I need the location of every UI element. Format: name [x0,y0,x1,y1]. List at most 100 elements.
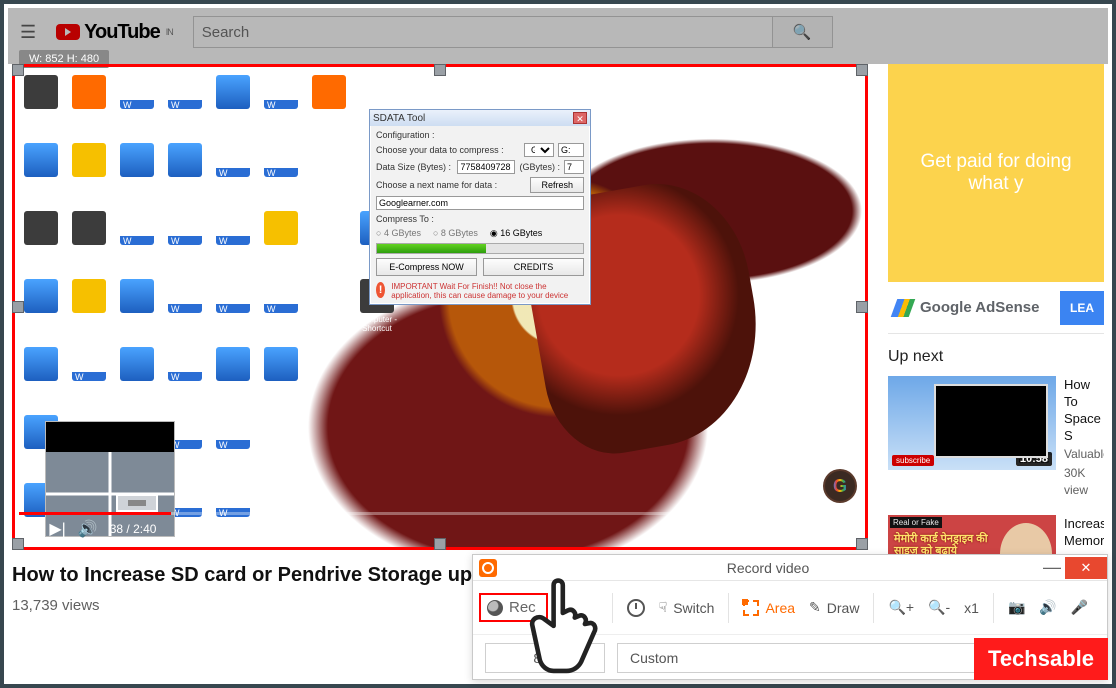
resize-handle-nw[interactable] [12,64,24,76]
desktop-icon[interactable] [307,211,351,275]
desktop-icon[interactable]: Bluetooth Network C... [115,143,159,207]
desktop-icon[interactable]: How to Convert yo... [163,279,207,343]
desktop-icon[interactable]: template-2... [259,143,303,207]
ice-title: Record video [497,560,1039,576]
desktop-icon[interactable]: blog post ideas [115,75,159,139]
resize-handle-e[interactable] [856,301,868,313]
sdata-radio-4gb[interactable]: ○ 4 GBytes [376,228,421,239]
ice-rec-button[interactable]: Rec [479,593,548,622]
desktop-icon[interactable]: sitemap [211,415,255,479]
desktop-icon[interactable]: Lenovo Easyplu... [211,75,255,139]
desktop-icon[interactable] [307,279,351,343]
play-button[interactable]: ▶ [25,519,37,539]
adsense-card[interactable]: Google AdSense LEA [888,282,1104,334]
next-button[interactable]: ▶| [49,519,65,539]
desktop-icon[interactable]: new template [211,279,255,343]
ice-close-button[interactable]: ✕ [1065,557,1107,579]
desktop-icon[interactable] [355,415,399,479]
hamburger-icon[interactable]: ☰ [20,22,36,43]
desktop-icon[interactable]: Icecream Screen ... [307,75,351,139]
desktop-icon[interactable] [307,143,351,207]
resize-handle-ne[interactable] [856,64,868,76]
cc-button[interactable]: CC [731,523,750,535]
desktop-icon[interactable]: 18sept [67,347,111,411]
desktop-icon[interactable]: GOOGLEAR... [67,279,111,343]
desktop-icon[interactable]: HEADER DESIGN ... [163,211,207,275]
desktop-icon[interactable] [307,347,351,411]
desktop-icon[interactable]: 6uEGwi4q... [67,143,111,207]
ad-cta-button[interactable]: LEA [1060,291,1104,325]
desktop-icon[interactable]: Recycle Bin [19,75,63,139]
sdata-radio-group: ○ 4 GBytes ○ 8 GBytes ◉ 16 GBytes [376,228,584,239]
ice-zoom-in-button[interactable]: 🔍+ [888,599,914,616]
desktop-icon[interactable]: Intel® HD Graphic... [19,143,63,207]
display-ad[interactable]: Get paid for doing what y [888,64,1104,282]
desktop-icon[interactable]: How to Make Free Call us... [163,347,207,411]
sdata-radio-16gb[interactable]: ◉ 16 GBytes [490,228,542,239]
ice-minimize-button[interactable]: — [1039,557,1065,578]
ice-width-field[interactable]: 852 [485,643,605,673]
desktop-icon[interactable]: Mobirise [19,279,63,343]
desktop-icon[interactable]: ice_video_2... [259,347,303,411]
desktop-icon[interactable]: new 5 [211,211,255,275]
channel-watermark[interactable]: G [825,471,855,501]
desktop-icon[interactable] [355,347,399,411]
sdata-drive-out[interactable] [558,143,584,157]
theater-icon[interactable]: ▬ [816,520,832,538]
volume-icon[interactable]: 🔊 [78,519,98,539]
video-player[interactable]: Recycle BinUC Browserblog post ideasFix … [12,64,868,550]
thumb-badge-2: Real or Fake [890,517,942,528]
ice-audio-button[interactable]: 🔊 [1039,599,1056,616]
ice-titlebar[interactable]: Record video — ✕ [473,555,1107,581]
sdata-ecompress-button[interactable]: E-Compress NOW [376,258,477,276]
youtube-logo[interactable]: YouTube IN [56,21,173,44]
google-logo-icon [891,299,916,317]
pencil-icon: ✎ [809,599,821,616]
sdata-name-input[interactable] [376,196,584,210]
desktop-icon[interactable]: WinMend Folder ... [259,211,303,275]
desktop-icon[interactable]: BSR Screen Recorder 6 [115,279,159,343]
sdata-drive-select[interactable]: G:\ [524,143,554,157]
miniplayer-icon[interactable]: ▭ [789,519,804,539]
resize-handle-w[interactable] [12,301,24,313]
sdata-credits-button[interactable]: CREDITS [483,258,584,276]
sdata-tool-dialog[interactable]: SDATA Tool ✕ Configuration : Choose your… [369,109,591,305]
sdata-warning-text: IMPORTANT Wait For Finish!! Not close th… [391,282,584,300]
desktop-icon[interactable] [259,415,303,479]
ice-webcam-button[interactable]: 📷 [1008,599,1025,616]
fullscreen-icon[interactable]: ⛶ [844,520,855,538]
sdata-gb-input[interactable] [564,160,584,174]
sdata-radio-8gb[interactable]: ○ 8 GBytes [433,228,478,239]
resize-handle-n[interactable] [434,64,446,76]
sdata-close-button[interactable]: ✕ [573,112,587,124]
desktop-icon[interactable]: Paint [211,347,255,411]
desktop-icon[interactable]: new 2 [211,143,255,207]
desktop-icon[interactable]: MMX377G 3G USB ... [19,211,63,275]
youtube-region: IN [166,27,173,37]
ice-area-button[interactable]: Area [743,600,795,616]
settings-icon[interactable]: ⚙ [762,519,776,539]
desktop-icon[interactable]: gggggggg... [259,279,303,343]
reco-item-1[interactable]: subscribe deekbos 10:58 How To Space S V… [888,376,1104,499]
sdata-titlebar[interactable]: SDATA Tool ✕ [370,110,590,126]
sdata-refresh-button[interactable]: Refresh [530,177,584,193]
ice-zoom-out-button[interactable]: 🔍- [928,599,950,616]
desktop-icon[interactable]: CCleaner [67,211,111,275]
desktop-icon[interactable]: UC Browser [67,75,111,139]
ice-switch-button[interactable]: ☟Switch [659,599,715,616]
sdata-size-input[interactable] [457,160,515,174]
ice-draw-button[interactable]: ✎Draw [809,599,859,616]
desktop-icon[interactable]: Dell Wireless 1707 Blueto... [115,347,159,411]
desktop-icon[interactable]: tag mag [259,75,303,139]
sdata-title: SDATA Tool [373,113,425,124]
ice-timer-button[interactable] [627,599,645,617]
search-input[interactable] [193,16,773,48]
zoom-in-icon: 🔍+ [888,599,914,616]
desktop-icon[interactable]: Fix all pc issues in ju... [163,75,207,139]
search-button[interactable]: 🔍 [773,16,833,48]
desktop-icon[interactable]: change colour cmd [115,211,159,275]
desktop-icon[interactable]: Malwareby... Anti-Malw... [19,347,63,411]
desktop-icon[interactable]: Bluetooth Network C... [163,143,207,207]
desktop-icon[interactable] [307,415,351,479]
ice-mic-button[interactable]: 🎤 [1071,599,1088,616]
